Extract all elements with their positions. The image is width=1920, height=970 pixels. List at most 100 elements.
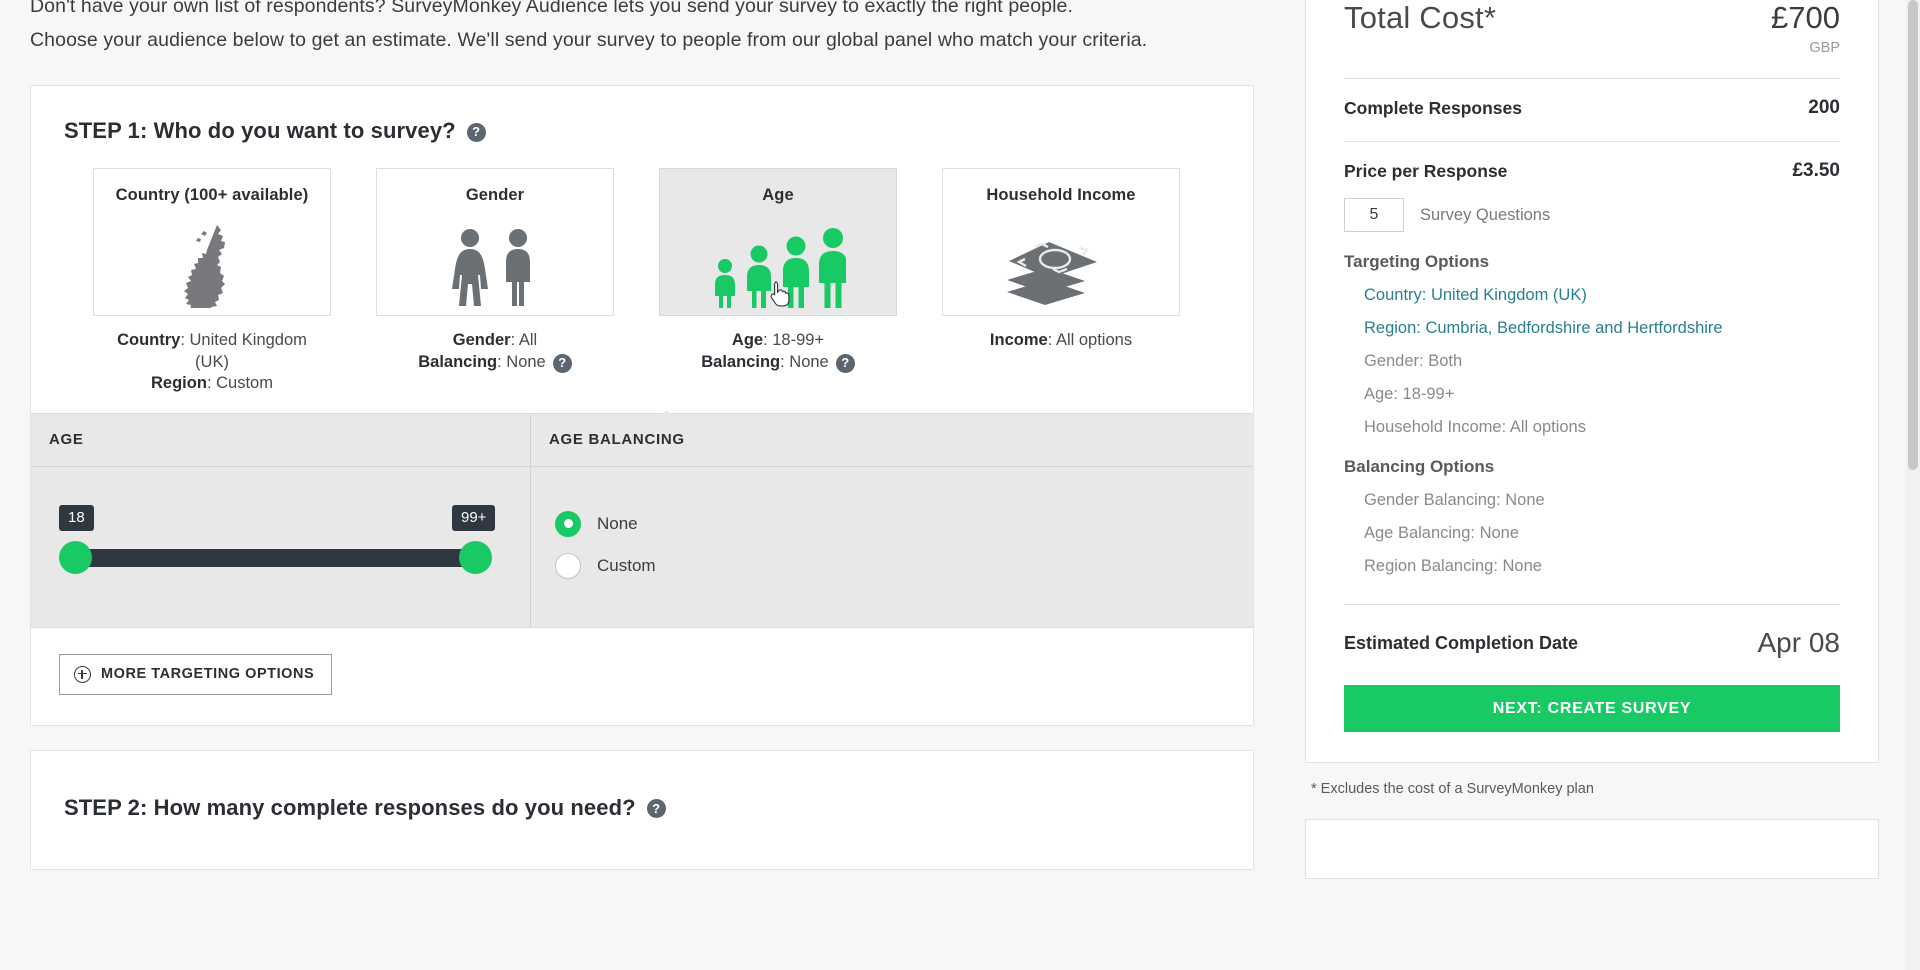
caption-country-uk: (UK) [195, 352, 229, 371]
age-balancing-panel: AGE BALANCING None Custom [531, 413, 1253, 627]
gender-balancing-help-icon[interactable]: ? [552, 353, 572, 373]
gender-figures-icon [377, 213, 613, 308]
balancing-options-title: Balancing Options [1344, 457, 1495, 476]
targeting-option-age: Age: 18-99+ [1364, 385, 1455, 403]
age-balancing-body: None Custom [531, 466, 1253, 627]
survey-questions-input[interactable] [1344, 198, 1404, 232]
intro-text: Don't have your own list of respondents?… [30, 0, 1235, 57]
survey-questions-label: Survey Questions [1420, 205, 1551, 224]
intro-line-1: Don't have your own list of respondents?… [30, 0, 1073, 17]
age-slider-track[interactable] [75, 548, 485, 567]
radio-option-custom[interactable]: Custom [555, 552, 656, 579]
summary-column: Total Cost* £700 GBP Complete Responses … [1283, 0, 1920, 970]
age-figures-icon [660, 213, 896, 308]
survey-questions-row: Survey Questions [1344, 198, 1840, 232]
targeting-tiles: Country (100+ available) Country: United… [31, 144, 1253, 395]
age-min-bubble: 18 [59, 504, 94, 531]
more-options-row: MORE TARGETING OPTIONS [31, 628, 1253, 725]
step1-panel: STEP 1: Who do you want to survey? ? Cou… [30, 85, 1254, 726]
total-cost-label: Total Cost* [1344, 0, 1497, 35]
tile-age-wrap: Age Age: 18-99+ Balancing: None ? [659, 168, 897, 395]
tile-age[interactable]: Age [659, 168, 897, 316]
complete-responses-row: Complete Responses 200 [1344, 79, 1840, 119]
step2-title: STEP 2: How many complete responses do y… [64, 794, 636, 820]
radio-custom-label: Custom [597, 555, 656, 575]
caption-income-line: Income: All options [989, 331, 1133, 349]
total-cost-row: Total Cost* £700 [1344, 0, 1840, 36]
intro-line-2: Choose your audience below to get an est… [30, 29, 1148, 51]
radio-custom-icon[interactable] [555, 552, 581, 579]
more-targeting-options-label: MORE TARGETING OPTIONS [101, 666, 315, 682]
page-scrollbar[interactable] [1906, 0, 1920, 970]
tile-age-caption: Age: 18-99+ Balancing: None ? [659, 316, 897, 373]
cost-summary-panel: Total Cost* £700 GBP Complete Responses … [1305, 0, 1879, 763]
audience-targeting-page: Don't have your own list of respondents?… [0, 0, 1920, 970]
banknotes-icon [943, 213, 1179, 308]
tile-age-title: Age [762, 186, 794, 204]
currency-label: GBP [1809, 40, 1840, 56]
caption-gender-balancing: Balancing: None ? [418, 352, 572, 374]
tile-country-title: Country (100+ available) [115, 186, 309, 204]
tile-gender-title: Gender [465, 186, 525, 204]
main-content-column: Don't have your own list of respondents?… [0, 0, 1283, 970]
targeting-option-country[interactable]: Country: United Kingdom (UK) [1344, 286, 1840, 305]
step2-panel: STEP 2: How many complete responses do y… [30, 749, 1254, 870]
tile-income-wrap: Household Income Income: All options [942, 168, 1180, 395]
price-per-response-row: Price per Response £3.50 [1344, 142, 1840, 182]
tile-country[interactable]: Country (100+ available) [93, 168, 331, 316]
radio-none-label: None [597, 513, 638, 533]
page-scrollbar-thumb[interactable] [1908, 0, 1918, 470]
complete-responses-label: Complete Responses [1344, 97, 1522, 118]
balancing-option-region: Region Balancing: None [1364, 557, 1542, 575]
complete-responses-value: 200 [1808, 97, 1840, 118]
age-slider-max-handle[interactable] [459, 540, 492, 574]
price-per-response-value: £3.50 [1792, 160, 1840, 181]
caption-age-line: Age: 18-99+ [731, 331, 825, 349]
step2-title-row: STEP 2: How many complete responses do y… [31, 751, 1253, 821]
balancing-option-gender: Gender Balancing: None [1364, 491, 1545, 509]
age-balancing-header: AGE BALANCING [531, 413, 1253, 467]
tile-gender[interactable]: Gender [376, 168, 614, 316]
cost-footnote: * Excludes the cost of a SurveyMonkey pl… [1311, 781, 1594, 797]
tile-country-wrap: Country (100+ available) Country: United… [93, 168, 331, 395]
tile-household-income[interactable]: Household Income [942, 168, 1180, 316]
targeting-options-title: Targeting Options [1344, 252, 1490, 271]
plus-circle-icon [74, 665, 91, 683]
age-balancing-radio-group: None Custom [555, 510, 656, 595]
caption-country-region: Region: Custom [151, 374, 273, 392]
targeting-option-region[interactable]: Region: Cumbria, Bedfordshire and Hertfo… [1344, 319, 1840, 338]
age-max-bubble: 99+ [452, 504, 496, 531]
summary-secondary-panel [1305, 819, 1879, 879]
age-balancing-help-icon[interactable]: ? [835, 353, 855, 373]
age-panel: AGE 18 99+ [31, 413, 531, 627]
selected-tile-arrow [648, 410, 686, 427]
radio-option-none[interactable]: None [555, 510, 656, 537]
uk-map-icon [94, 213, 330, 308]
caption-age-balancing: Balancing: None ? [701, 352, 855, 374]
total-cost-amount: £700 [1771, 0, 1840, 35]
step1-help-icon[interactable]: ? [466, 122, 486, 142]
next-create-survey-button[interactable]: NEXT: CREATE SURVEY [1344, 685, 1840, 732]
step1-title-row: STEP 1: Who do you want to survey? ? [31, 86, 1253, 144]
radio-none-icon[interactable] [555, 510, 581, 537]
age-detail-section: AGE 18 99+ AGE BALANCING None Custom [31, 412, 1253, 628]
step2-help-icon[interactable]: ? [646, 799, 666, 818]
targeting-option-gender: Gender: Both [1364, 352, 1463, 370]
tile-income-caption: Income: All options [942, 316, 1180, 352]
estimated-completion-label: Estimated Completion Date [1344, 632, 1579, 653]
age-panel-body: 18 99+ [31, 466, 530, 627]
step1-title: STEP 1: Who do you want to survey? [64, 118, 456, 143]
estimated-completion-value: Apr 08 [1757, 627, 1841, 658]
balancing-option-age: Age Balancing: None [1364, 524, 1520, 542]
targeting-option-income: Household Income: All options [1364, 418, 1586, 436]
tile-gender-caption: Gender: All Balancing: None ? [376, 316, 614, 373]
caption-country-line: Country: United Kingdom [117, 331, 307, 349]
tile-country-caption: Country: United Kingdom (UK) Region: Cus… [93, 316, 331, 395]
estimated-completion-row: Estimated Completion Date Apr 08 [1344, 605, 1840, 659]
tile-gender-wrap: Gender Gender: All Balancing: None ? [376, 168, 614, 395]
more-targeting-options-button[interactable]: MORE TARGETING OPTIONS [59, 653, 333, 695]
age-panel-header: AGE [31, 413, 530, 467]
age-slider-min-handle[interactable] [59, 540, 92, 574]
tile-income-title: Household Income [986, 186, 1136, 204]
caption-gender-line: Gender: All [452, 331, 538, 349]
